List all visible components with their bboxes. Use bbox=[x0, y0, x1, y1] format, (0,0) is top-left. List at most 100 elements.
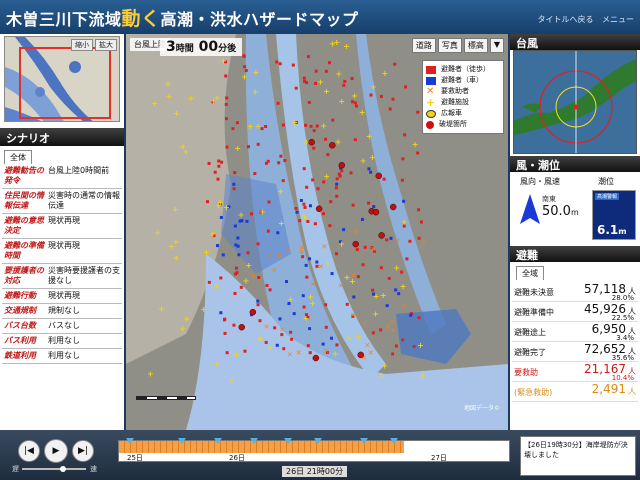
shelter-mark: + bbox=[188, 94, 195, 103]
skip-back-icon: |◀ bbox=[24, 446, 34, 456]
timeline-event-marker[interactable] bbox=[126, 438, 134, 444]
evacuee-car-mark bbox=[360, 217, 364, 221]
speed-slider[interactable] bbox=[22, 468, 86, 470]
shelter-mark: + bbox=[351, 91, 358, 100]
overview-minimap[interactable]: 縮小 拡大 bbox=[4, 36, 120, 122]
evacuee-walk-mark bbox=[278, 62, 282, 66]
rescue-needed-mark: ✕ bbox=[370, 245, 376, 253]
skip-back-button[interactable]: |◀ bbox=[18, 440, 40, 462]
shelter-mark: + bbox=[380, 291, 387, 300]
timeline-event-marker[interactable] bbox=[284, 438, 292, 444]
evacuee-walk-mark bbox=[354, 104, 358, 108]
map-type-elevation-button[interactable]: 標高 bbox=[463, 38, 488, 53]
shelter-mark: + bbox=[228, 377, 235, 386]
evacuee-walk-mark bbox=[281, 179, 285, 183]
map-type-photo-button[interactable]: 写真 bbox=[437, 38, 462, 53]
scenario-key: 鉄道利用 bbox=[4, 351, 36, 360]
rescue-needed-mark: ✕ bbox=[310, 280, 316, 288]
evacuee-walk-mark bbox=[379, 266, 383, 270]
legend-item: 広報車 bbox=[426, 108, 500, 119]
menu-link[interactable]: メニュー bbox=[602, 15, 634, 24]
scenario-key: 避難の意思決定 bbox=[4, 216, 44, 235]
shelter-mark: + bbox=[179, 324, 186, 333]
scenario-row: 避難行動 現状再現 bbox=[2, 289, 122, 304]
shelter-mark: + bbox=[355, 332, 362, 341]
evacuee-walk-mark bbox=[420, 220, 424, 224]
scenario-value: 現状再現 bbox=[48, 291, 80, 300]
scenario-row: 住民間の情報伝達 災害時の通常の情報伝達 bbox=[2, 189, 122, 214]
scenario-key: 避難の準備時間 bbox=[4, 241, 44, 260]
evacuee-car-mark bbox=[256, 299, 260, 303]
evacuee-walk-mark bbox=[400, 178, 404, 182]
scenario-value: 利用なし bbox=[48, 336, 80, 345]
evacuee-walk-mark bbox=[253, 172, 257, 176]
evacuee-walk-mark bbox=[305, 185, 309, 189]
evacuee-walk-mark bbox=[355, 248, 359, 252]
skip-forward-icon: ▶| bbox=[78, 446, 88, 456]
evacuee-walk-mark bbox=[289, 330, 293, 334]
minimap-reduce-button[interactable]: 縮小 bbox=[71, 39, 93, 51]
timeline-event-marker[interactable] bbox=[390, 438, 398, 444]
evacuee-walk-mark bbox=[235, 271, 239, 275]
timeline-event-marker[interactable] bbox=[178, 438, 186, 444]
map-type-road-button[interactable]: 道路 bbox=[411, 38, 436, 53]
evacuee-walk-mark bbox=[379, 94, 383, 98]
legend-item: ✕ 要救助者 bbox=[426, 86, 500, 97]
evacuee-car-mark bbox=[292, 312, 296, 316]
evacuee-car-mark bbox=[304, 263, 308, 267]
timeline-event-marker[interactable] bbox=[250, 438, 258, 444]
scenario-key: 住民間の情報伝達 bbox=[4, 191, 44, 210]
shelter-mark: + bbox=[252, 88, 259, 97]
timeline-event-marker[interactable] bbox=[314, 438, 322, 444]
levee-breach-mark bbox=[249, 308, 257, 316]
evacuee-car-mark bbox=[278, 317, 282, 321]
stat-label: (緊急救助) bbox=[514, 388, 553, 397]
speed-slider-knob[interactable] bbox=[60, 466, 66, 472]
shelter-mark: + bbox=[420, 371, 427, 380]
evacuee-walk-mark bbox=[309, 124, 313, 128]
wind-speed-unit: m bbox=[570, 208, 579, 217]
evacuee-car-mark bbox=[367, 167, 371, 171]
stat-value: 2,491 bbox=[591, 382, 626, 396]
evacuee-car-mark bbox=[352, 295, 356, 299]
wind-speed-value: 50.0 bbox=[542, 204, 571, 219]
play-button[interactable]: ▶ bbox=[44, 439, 68, 463]
speed-slow-label: 遅 bbox=[12, 465, 19, 473]
evacuee-car-mark bbox=[233, 224, 237, 228]
rescue-needed-mark: ✕ bbox=[250, 273, 256, 281]
map-type-dropdown-button[interactable]: ▼ bbox=[489, 38, 504, 53]
evacuee-walk-mark bbox=[290, 337, 294, 341]
shelter-mark: + bbox=[320, 121, 327, 130]
typhoon-map-image bbox=[514, 51, 636, 153]
tide-warning-badge: 高潮警報 bbox=[595, 193, 620, 200]
evacuee-walk-mark bbox=[387, 276, 391, 280]
scenario-row: バス台数 バスなし bbox=[2, 319, 122, 334]
skip-forward-button[interactable]: ▶| bbox=[72, 440, 94, 462]
stat-percent: 35.6% bbox=[611, 354, 634, 362]
evacuee-car-mark bbox=[238, 219, 242, 223]
minimap-expand-button[interactable]: 拡大 bbox=[95, 39, 117, 51]
evacuee-walk-mark bbox=[232, 187, 236, 191]
tab-scenario-all[interactable]: 全体 bbox=[4, 150, 32, 164]
rescue-needed-mark: ✕ bbox=[401, 302, 407, 310]
shelter-mark: + bbox=[373, 292, 380, 301]
shelter-mark: + bbox=[247, 122, 254, 131]
evacuee-walk-mark bbox=[246, 145, 250, 149]
shelter-mark: + bbox=[335, 138, 342, 147]
rescue-needed-mark: ✕ bbox=[321, 243, 327, 251]
evacuee-walk-mark bbox=[268, 288, 272, 292]
timeline-event-marker[interactable] bbox=[360, 438, 368, 444]
shelter-mark: + bbox=[245, 261, 252, 270]
evacuee-walk-mark bbox=[312, 146, 316, 150]
evacuee-walk-mark bbox=[224, 117, 228, 121]
hazard-map[interactable]: + + + + + + + + + + + + + + + + + + + + + + + + + + + + + + + + + + + + + + + +… bbox=[126, 34, 508, 430]
tab-evac-all[interactable]: 全域 bbox=[516, 266, 544, 280]
rescue-needed-mark: ✕ bbox=[323, 348, 329, 356]
back-to-title-link[interactable]: タイトルへ戻る bbox=[537, 15, 593, 24]
shelter-mark: + bbox=[233, 351, 240, 360]
shelter-mark: + bbox=[323, 87, 330, 96]
timeline-event-marker[interactable] bbox=[214, 438, 222, 444]
legend-label: 要救助者 bbox=[441, 87, 469, 95]
evacuee-walk-mark bbox=[327, 61, 331, 65]
evacuee-walk-mark bbox=[416, 151, 420, 155]
